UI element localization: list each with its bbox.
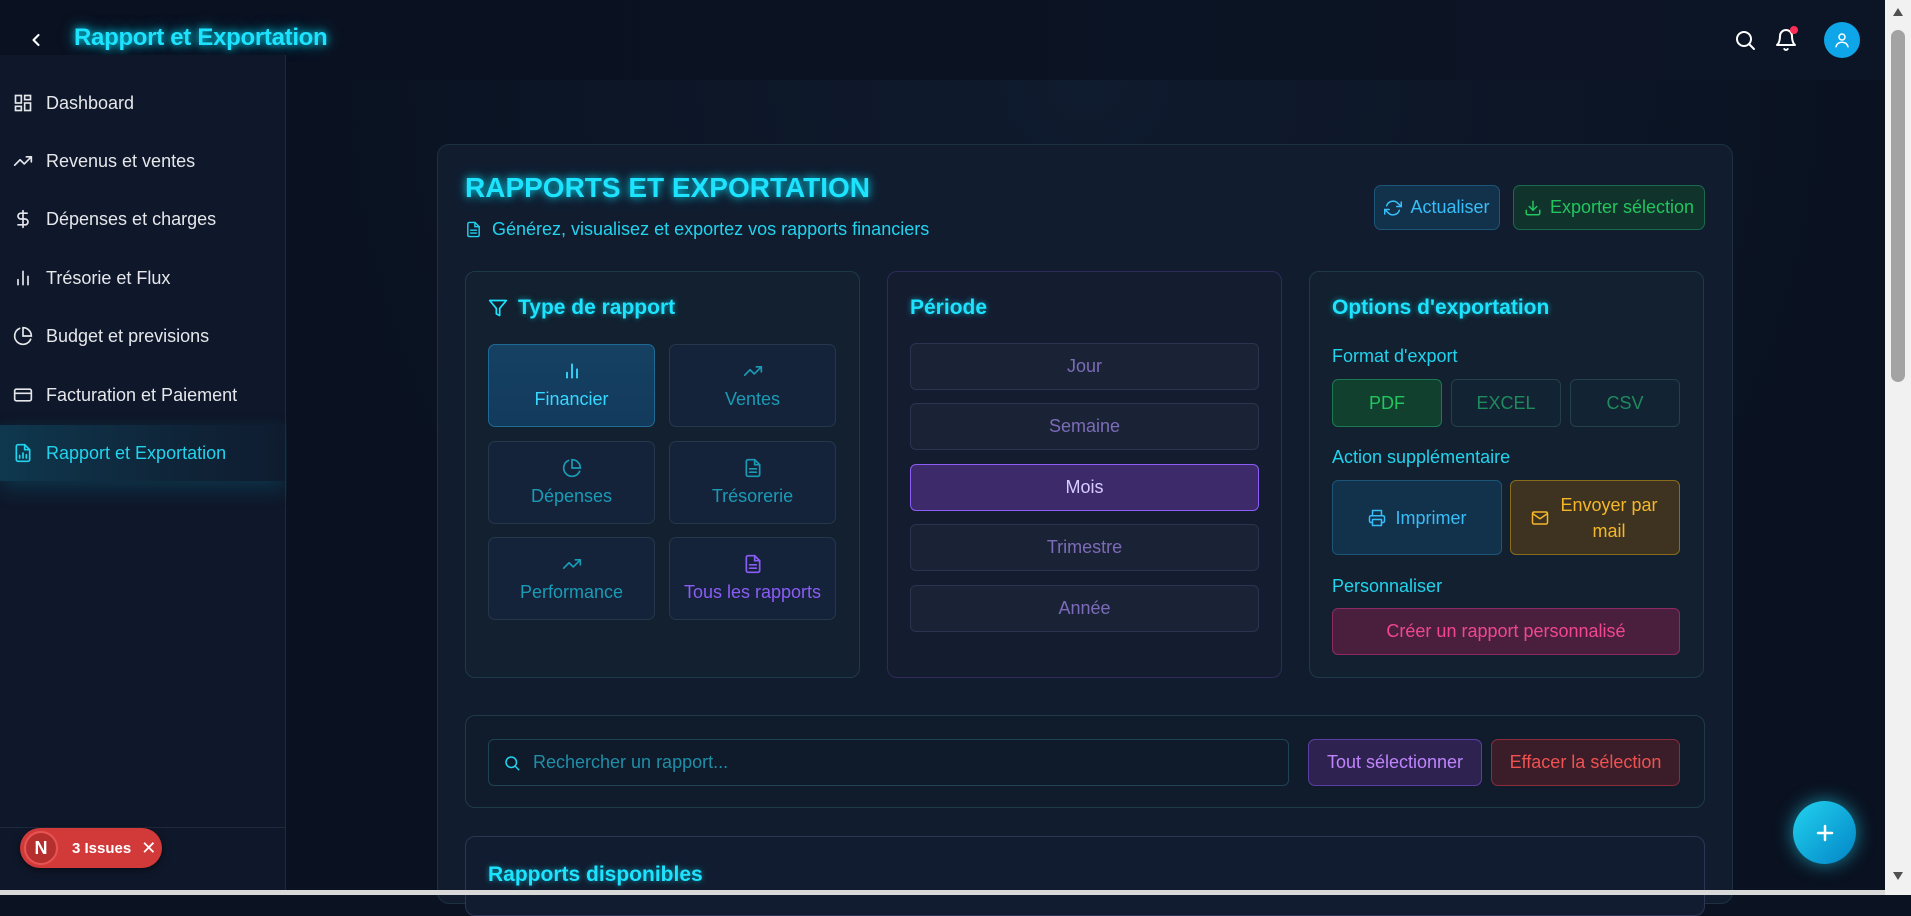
report-type-tresorerie[interactable]: Trésorerie bbox=[669, 441, 836, 524]
report-type-label: Tous les rapports bbox=[683, 582, 822, 602]
sidebar-item-label: Dépenses et charges bbox=[46, 208, 217, 229]
customize-label: Personnaliser bbox=[1332, 576, 1443, 596]
search-icon[interactable] bbox=[1731, 26, 1759, 54]
sidebar-item-depenses[interactable]: Dépenses et charges bbox=[0, 191, 286, 247]
issues-label: 3 Issues bbox=[72, 839, 132, 857]
export-selection-button[interactable]: Exporter sélection bbox=[1513, 185, 1705, 230]
report-type-label: Ventes bbox=[724, 389, 781, 409]
format-excel-button[interactable]: EXCEL bbox=[1451, 379, 1561, 427]
download-icon bbox=[1524, 199, 1542, 217]
sidebar-item-dashboard[interactable]: Dashboard bbox=[0, 75, 286, 131]
search-icon bbox=[503, 754, 521, 772]
send-mail-button[interactable]: Envoyer par mail bbox=[1510, 480, 1680, 555]
file-text-icon bbox=[465, 221, 482, 238]
issues-logo: N bbox=[24, 831, 58, 865]
sidebar-item-label: Dashboard bbox=[46, 92, 135, 113]
period-mois[interactable]: Mois bbox=[910, 464, 1259, 511]
report-type-ventes[interactable]: Ventes bbox=[669, 344, 836, 427]
credit-card-icon bbox=[12, 384, 34, 406]
trending-up-icon bbox=[561, 554, 583, 574]
file-text-icon bbox=[743, 554, 763, 574]
send-mail-label: Envoyer par mail bbox=[1560, 494, 1658, 541]
search-input[interactable] bbox=[533, 752, 1253, 773]
trending-up-icon bbox=[12, 150, 34, 172]
scroll-down-arrow-icon[interactable] bbox=[1885, 868, 1911, 884]
refresh-button[interactable]: Actualiser bbox=[1374, 185, 1500, 230]
export-label: Exporter sélection bbox=[1549, 197, 1695, 217]
issues-badge[interactable]: N 3 Issues ✕ bbox=[20, 828, 162, 868]
select-all-button[interactable]: Tout sélectionner bbox=[1308, 739, 1482, 786]
notification-dot bbox=[1790, 26, 1798, 34]
sidebar-item-label: Revenus et ventes bbox=[46, 150, 196, 171]
sidebar-item-revenus[interactable]: Revenus et ventes bbox=[0, 133, 286, 189]
export-options-title: Options d'exportation bbox=[1332, 296, 1550, 319]
bar-chart-icon bbox=[12, 267, 34, 289]
report-type-label: Financier bbox=[534, 389, 609, 409]
page-title: RAPPORTS ET EXPORTATION bbox=[465, 172, 870, 203]
sidebar-item-tresorie[interactable]: Trésorie et Flux bbox=[0, 250, 286, 306]
close-icon[interactable]: ✕ bbox=[141, 838, 156, 859]
report-type-title-text: Type de rapport bbox=[518, 296, 676, 319]
trending-up-icon bbox=[742, 361, 764, 381]
action-label: Action supplémentaire bbox=[1332, 447, 1511, 467]
print-label: Imprimer bbox=[1395, 507, 1467, 528]
file-text-icon bbox=[743, 458, 763, 478]
dollar-icon bbox=[12, 208, 34, 230]
refresh-label: Actualiser bbox=[1410, 197, 1490, 217]
print-button[interactable]: Imprimer bbox=[1332, 480, 1502, 555]
app-title: Rapport et Exportation bbox=[74, 24, 328, 51]
clear-selection-button[interactable]: Effacer la sélection bbox=[1491, 739, 1680, 786]
bell-icon[interactable] bbox=[1772, 26, 1800, 54]
bar-chart-icon bbox=[562, 361, 582, 381]
report-type-label: Dépenses bbox=[530, 486, 613, 506]
sidebar-item-rapport[interactable]: Rapport et Exportation bbox=[0, 425, 286, 481]
period-jour[interactable]: Jour bbox=[910, 343, 1259, 390]
page-subtitle-text: Générez, visualisez et exportez vos rapp… bbox=[492, 219, 930, 239]
sidebar-item-label: Budget et previsions bbox=[46, 325, 210, 346]
report-type-label: Trésorerie bbox=[711, 486, 794, 506]
file-chart-icon bbox=[12, 442, 34, 464]
available-reports-title: Rapports disponibles bbox=[488, 863, 703, 886]
avatar[interactable] bbox=[1824, 22, 1860, 58]
sidebar-item-facturation[interactable]: Facturation et Paiement bbox=[0, 367, 286, 423]
report-type-performance[interactable]: Performance bbox=[488, 537, 655, 620]
sidebar-item-label: Trésorie et Flux bbox=[46, 267, 171, 288]
pie-chart-icon bbox=[12, 325, 34, 347]
grid-icon bbox=[12, 92, 34, 114]
search-box[interactable] bbox=[488, 739, 1289, 786]
period-title: Période bbox=[910, 296, 988, 319]
period-annee[interactable]: Année bbox=[910, 585, 1259, 632]
printer-icon bbox=[1368, 509, 1386, 527]
report-type-label: Performance bbox=[519, 582, 624, 602]
pie-chart-icon bbox=[562, 458, 582, 478]
format-label: Format d'export bbox=[1332, 346, 1458, 366]
vertical-scrollbar[interactable] bbox=[1885, 0, 1911, 895]
sidebar: Dashboard Revenus et ventes Dépenses et … bbox=[0, 55, 286, 895]
period-trimestre[interactable]: Trimestre bbox=[910, 524, 1259, 571]
add-button[interactable] bbox=[1793, 801, 1856, 864]
format-csv-button[interactable]: CSV bbox=[1570, 379, 1680, 427]
page-subtitle: Générez, visualisez et exportez vos rapp… bbox=[465, 219, 929, 240]
sidebar-item-label: Facturation et Paiement bbox=[46, 384, 238, 405]
create-custom-report-button[interactable]: Créer un rapport personnalisé bbox=[1332, 608, 1680, 655]
refresh-icon bbox=[1384, 199, 1403, 217]
plus-icon bbox=[1816, 824, 1833, 841]
report-type-tous[interactable]: Tous les rapports bbox=[669, 537, 836, 620]
period-semaine[interactable]: Semaine bbox=[910, 403, 1259, 450]
sidebar-item-label: Rapport et Exportation bbox=[46, 442, 227, 463]
report-type-depenses[interactable]: Dépenses bbox=[488, 441, 655, 524]
scroll-up-arrow-icon[interactable] bbox=[1885, 4, 1911, 20]
format-pdf-button[interactable]: PDF bbox=[1332, 379, 1442, 427]
mail-icon bbox=[1531, 509, 1549, 527]
sidebar-item-budget[interactable]: Budget et previsions bbox=[0, 308, 286, 364]
scroll-thumb[interactable] bbox=[1891, 30, 1905, 382]
chevron-left-icon[interactable] bbox=[24, 28, 48, 52]
report-type-financier[interactable]: Financier bbox=[488, 344, 655, 427]
report-type-title: Type de rapport bbox=[488, 296, 675, 320]
filter-icon bbox=[488, 298, 508, 318]
bottom-strip bbox=[0, 890, 1885, 895]
